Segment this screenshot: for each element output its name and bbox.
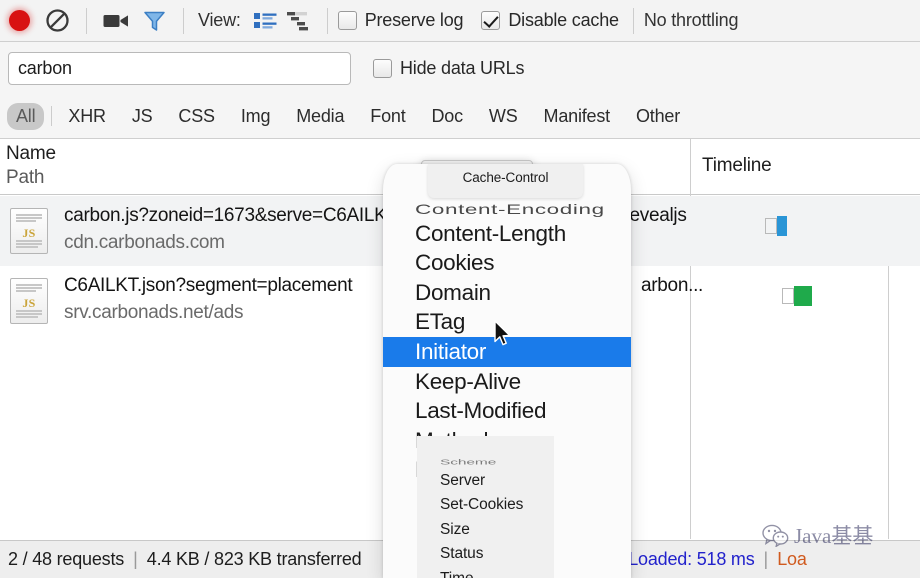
clear-no-entry-icon[interactable] [38,2,76,40]
view-label: View: [198,10,241,30]
js-file-icon: JS [10,208,48,254]
filter-pill-other[interactable]: Other [627,103,689,130]
request-name-tail: arbon... [641,275,704,296]
filter-funnel-icon[interactable] [135,2,173,40]
toolbar-divider-2 [183,7,184,34]
waterfall-view-icon[interactable] [283,4,317,38]
waterfall-download-segment [794,286,812,306]
request-name[interactable]: carbon.js?zoneid=1673&serve=C6AILKT [64,205,398,227]
disable-cache-checkbox[interactable]: Disable cache [481,10,619,31]
lens-menu-item-content-encoding[interactable]: Content-Encoding [383,200,631,218]
filter-pill-media[interactable]: Media [287,103,353,130]
waterfall-stalled-segment [765,218,777,234]
lens-tail-item-status[interactable]: Status [424,542,546,567]
filter-pill-manifest[interactable]: Manifest [535,103,619,130]
network-toolbar: View: Preserve log Disable cache No thro… [0,0,920,42]
file-icon-badge: JS [22,226,36,240]
disable-cache-label: Disable cache [508,10,619,30]
lens-menu-item-domain[interactable]: Domain [383,278,631,308]
request-count: 2 / 48 requests [8,549,125,569]
request-name[interactable]: C6AILKT.json?segment=placement [64,275,353,297]
js-file-icon: JS [10,278,48,324]
toolbar-divider-1 [86,7,87,34]
lens-tail-item-time[interactable]: Time [424,567,546,578]
devtools-network-panel: View: Preserve log Disable cache No thro… [0,0,920,578]
hide-data-urls-label: Hide data URLs [400,57,525,78]
hide-data-urls-checkbox[interactable]: Hide data URLs [373,58,524,79]
lens-tail-item-server[interactable]: Server [424,469,546,494]
watermark-text: Java基基 [794,524,874,548]
lens-tail-items: Scheme Server Set-Cookies Size Status Ti… [424,444,546,578]
lens-tail-item-scheme[interactable]: Scheme [424,456,546,468]
toolbar-divider-4 [632,7,634,34]
filter-pill-img[interactable]: Img [232,103,279,130]
toolbar-divider-3 [326,7,328,34]
disable-cache-box[interactable] [481,11,501,30]
list-view-icon[interactable] [249,4,283,38]
column-header-path[interactable]: Path [6,167,44,189]
record-circle-icon[interactable] [0,2,38,40]
filter-pill-xhr[interactable]: XHR [59,103,114,130]
mouse-cursor-icon [494,320,511,346]
filter-pill-all[interactable]: All [7,102,45,130]
lens-menu-item-keep-alive[interactable]: Keep-Alive [383,367,631,397]
filter-pill-ws[interactable]: WS [480,103,527,130]
hide-data-urls-box[interactable] [373,58,392,78]
status-divider-1: | [133,549,138,569]
lens-menu-item-last-modified[interactable]: Last-Modified [383,396,631,426]
wechat-logo-icon [762,524,789,548]
throttling-dropdown[interactable]: No throttling [644,10,739,31]
transferred-size: 4.4 KB / 823 KB transferred [146,549,362,569]
request-path: cdn.carbonads.com [64,232,225,253]
preserve-log-box[interactable] [337,11,357,30]
filter-pill-font[interactable]: Font [361,103,414,130]
lens-menu-item-content-length[interactable]: Content-Length [383,219,631,249]
preserve-log-checkbox[interactable]: Preserve log [337,10,464,31]
filter-pill-css[interactable]: CSS [169,103,223,130]
file-icon-badge: JS [22,296,36,310]
status-divider-3: | [763,549,769,569]
lens-cap-item: Cache-Control [428,164,583,198]
column-header-name[interactable]: Name [6,143,56,165]
screenshot-camera-icon[interactable] [97,2,135,40]
filter-pill-js[interactable]: JS [123,103,162,130]
waterfall-download-segment [777,216,787,236]
filter-pill-divider [51,106,53,126]
lens-tail-item-set-cookies[interactable]: Set-Cookies [424,493,546,518]
watermark: Java基基 [762,520,873,550]
preserve-log-label: Preserve log [364,10,464,30]
waterfall-stalled-segment [782,288,794,304]
filter-pill-doc[interactable]: Doc [423,103,472,130]
lens-menu-item-cookies[interactable]: Cookies [383,248,631,278]
column-header-timeline[interactable]: Timeline [702,155,772,177]
request-path: srv.carbonads.net/ads [64,302,244,323]
resource-type-filters: All XHR JS CSS Img Media Font Doc WS Man… [0,94,920,139]
filter-bar: carbon Hide data URLs [0,42,920,94]
lens-tail-item-size[interactable]: Size [424,518,546,543]
magnifier-lens: Cache-Control Content-Encoding Content-L… [383,164,631,578]
filter-input[interactable]: carbon [8,51,351,85]
load-time: Loa [777,549,807,569]
